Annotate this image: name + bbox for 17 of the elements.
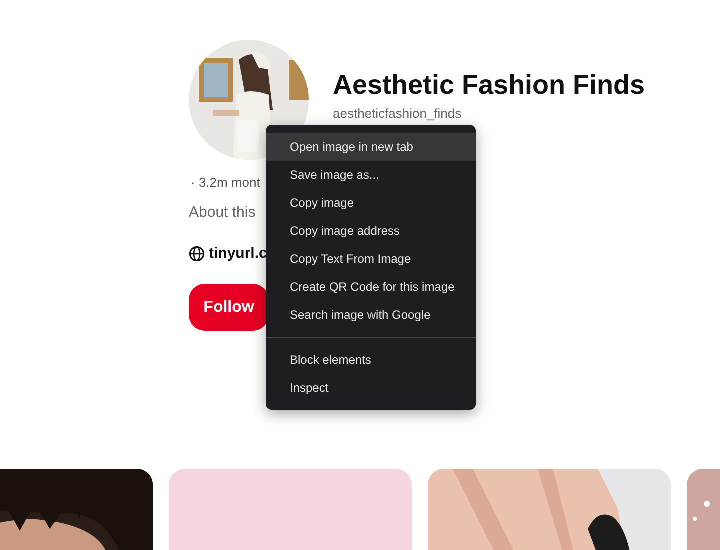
profile-name: Aesthetic Fashion Finds: [333, 70, 646, 101]
stats-text: · 3.2m mont: [191, 175, 260, 190]
menu-item[interactable]: Copy image: [266, 189, 476, 217]
menu-item[interactable]: Save image as...: [266, 161, 476, 189]
profile-handle: aestheticfashion_finds: [333, 106, 462, 121]
about-text: About this: [189, 204, 256, 221]
menu-item[interactable]: Inspect: [266, 374, 476, 402]
profile-link[interactable]: tinyurl.c: [209, 245, 268, 262]
pin-card[interactable]: [169, 469, 412, 550]
menu-item[interactable]: Block elements: [266, 346, 476, 374]
menu-item[interactable]: Copy image address: [266, 217, 476, 245]
menu-item[interactable]: Copy Text From Image: [266, 245, 476, 273]
menu-item[interactable]: Open image in new tab: [266, 133, 476, 161]
globe-icon: [189, 246, 205, 262]
menu-item[interactable]: Search image with Google: [266, 301, 476, 329]
follow-button[interactable]: Follow: [189, 284, 269, 331]
menu-item[interactable]: Create QR Code for this image: [266, 273, 476, 301]
